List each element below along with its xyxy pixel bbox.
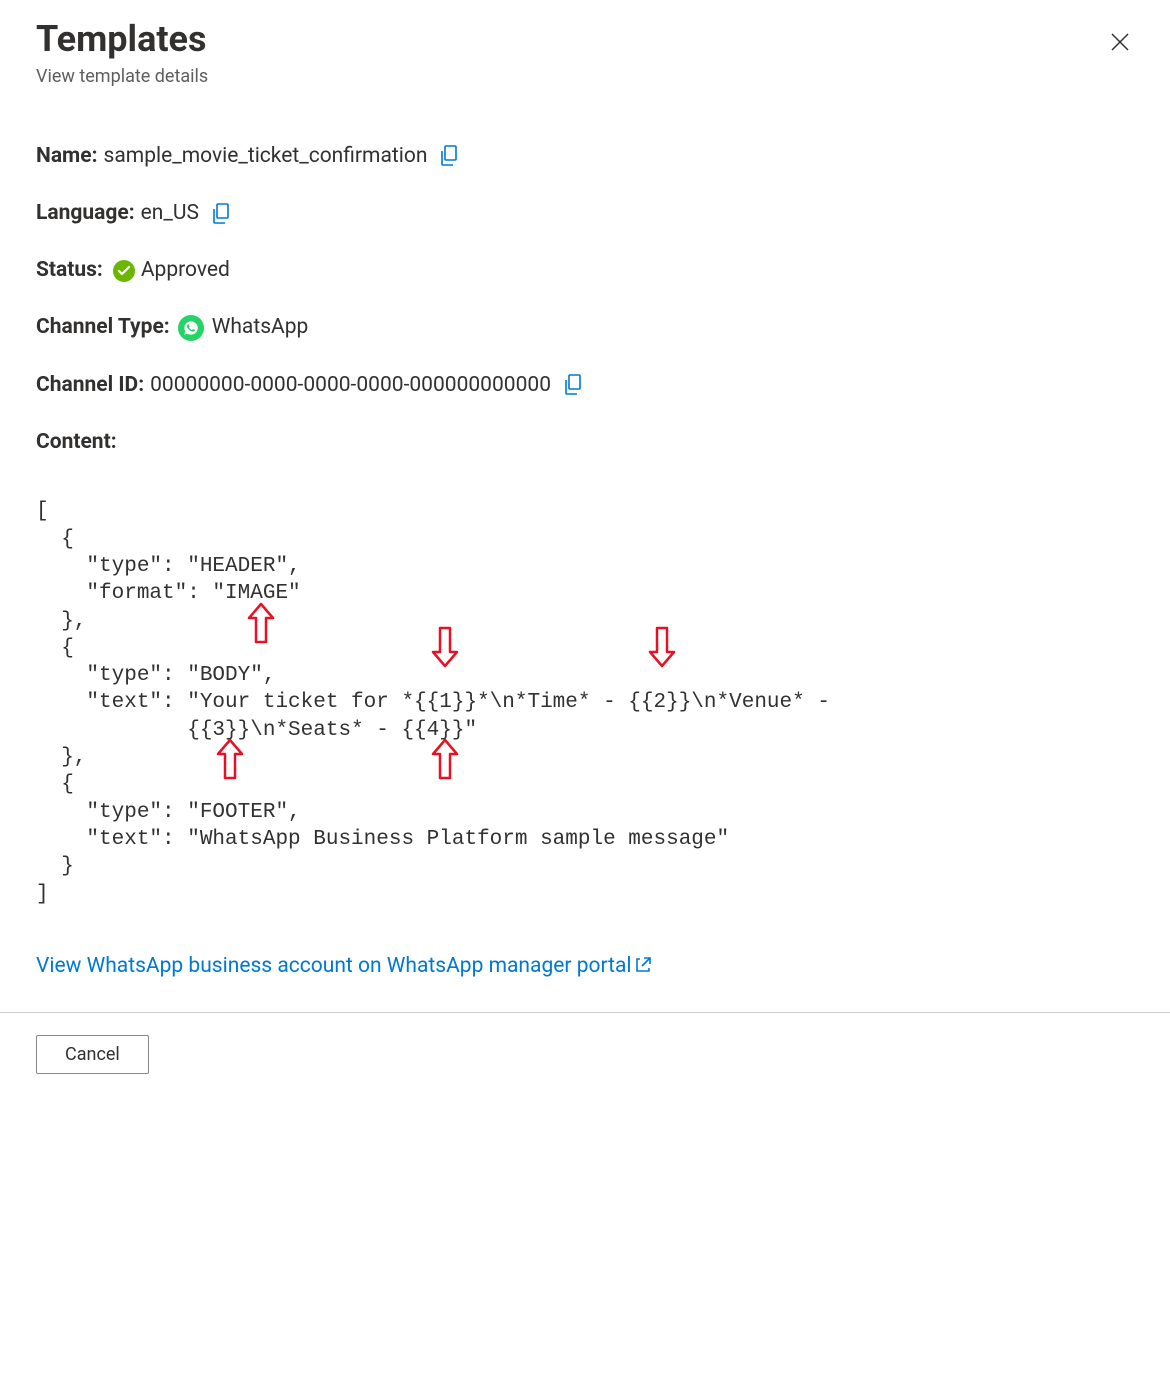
page-title: Templates (36, 20, 208, 60)
copy-icon (211, 203, 231, 225)
arrow-up-icon (431, 738, 459, 780)
whatsapp-portal-link[interactable]: View WhatsApp business account on WhatsA… (36, 954, 652, 978)
language-value: en_US (141, 200, 199, 227)
copy-name-button[interactable] (439, 145, 459, 167)
arrow-up-icon (216, 738, 244, 780)
close-icon (1110, 32, 1130, 52)
channel-id-label: Channel ID: (36, 372, 144, 399)
copy-icon (563, 374, 583, 396)
status-row: Status: Approved (36, 257, 1134, 284)
copy-language-button[interactable] (211, 203, 231, 225)
status-label: Status: (36, 257, 103, 284)
language-label: Language: (36, 200, 135, 227)
close-button[interactable] (1106, 28, 1134, 56)
page-subtitle: View template details (36, 66, 208, 87)
arrow-down-icon (431, 626, 459, 668)
copy-icon (439, 145, 459, 167)
link-text: View WhatsApp business account on WhatsA… (36, 954, 632, 978)
copy-channel-id-button[interactable] (563, 374, 583, 396)
arrow-down-icon (648, 626, 676, 668)
whatsapp-icon (178, 315, 204, 341)
check-icon (117, 264, 131, 278)
arrow-up-icon (247, 602, 275, 644)
content-row: Content: (36, 429, 1134, 456)
content-label: Content: (36, 429, 117, 456)
name-value: sample_movie_ticket_confirmation (104, 143, 428, 170)
name-label: Name: (36, 143, 98, 170)
channel-type-value: WhatsApp (212, 314, 309, 341)
language-row: Language: en_US (36, 200, 1134, 227)
status-value: Approved (141, 257, 230, 284)
status-badge (113, 260, 135, 282)
external-link-icon (634, 956, 652, 974)
content-json: [ { "type": "HEADER", "format": "IMAGE" … (36, 498, 1134, 907)
channel-id-row: Channel ID: 00000000-0000-0000-0000-0000… (36, 372, 1134, 399)
cancel-button[interactable]: Cancel (36, 1035, 149, 1074)
channel-type-row: Channel Type: WhatsApp (36, 314, 1134, 341)
name-row: Name: sample_movie_ticket_confirmation (36, 143, 1134, 170)
channel-type-label: Channel Type: (36, 314, 170, 341)
channel-id-value: 00000000-0000-0000-0000-000000000000 (150, 372, 551, 399)
